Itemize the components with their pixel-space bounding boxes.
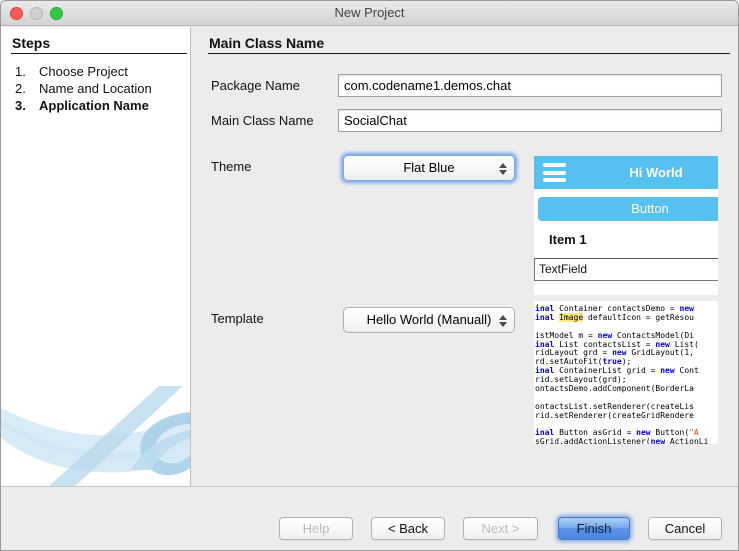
step-label: Name and Location xyxy=(39,80,152,97)
preview-title: Hi World xyxy=(629,165,682,180)
stepper-arrows-icon xyxy=(498,312,507,330)
preview-title-bar: Hi World xyxy=(534,156,718,189)
template-select[interactable]: Hello World (Manuall) xyxy=(343,307,515,333)
steps-sidebar: Steps 1. Choose Project 2. Name and Loca… xyxy=(1,27,191,488)
template-code-preview: inal Container contactsDemo = newinal Im… xyxy=(534,301,718,444)
step-choose-project: 1. Choose Project xyxy=(15,63,152,80)
theme-preview: Hi World Button Item 1 TextField xyxy=(534,156,718,295)
stepper-arrows-icon xyxy=(498,160,507,178)
button-bar: Help < Back Next > Finish Cancel xyxy=(1,486,738,550)
theme-select[interactable]: Flat Blue xyxy=(343,155,515,181)
preview-button: Button xyxy=(538,197,718,221)
main-class-name-input[interactable] xyxy=(338,109,722,132)
step-application-name: 3. Application Name xyxy=(15,97,152,114)
main-panel: Main Class Name Package Name Main Class … xyxy=(192,27,738,488)
preview-button-label: Button xyxy=(631,201,669,216)
theme-label: Theme xyxy=(211,159,251,174)
page-title-rule xyxy=(208,53,730,54)
step-name-and-location: 2. Name and Location xyxy=(15,80,152,97)
step-label: Choose Project xyxy=(39,63,128,80)
main-class-name-label: Main Class Name xyxy=(211,113,314,128)
new-project-dialog: New Project Steps 1. Choose Project 2. N… xyxy=(0,0,739,551)
window-title: New Project xyxy=(1,5,738,20)
package-name-input[interactable] xyxy=(338,74,722,97)
preview-list-item: Item 1 xyxy=(549,232,587,247)
decorative-swirl xyxy=(1,386,190,488)
next-button[interactable]: Next > xyxy=(463,517,538,540)
cancel-button[interactable]: Cancel xyxy=(648,517,722,540)
page-title: Main Class Name xyxy=(209,35,324,51)
finish-button[interactable]: Finish xyxy=(558,517,630,540)
step-label: Application Name xyxy=(39,97,149,114)
steps-list: 1. Choose Project 2. Name and Location 3… xyxy=(15,63,152,114)
steps-heading-rule xyxy=(11,53,187,54)
steps-heading: Steps xyxy=(12,35,50,51)
back-button[interactable]: < Back xyxy=(371,517,445,540)
theme-selected-value: Flat Blue xyxy=(403,160,454,175)
hamburger-menu-icon xyxy=(543,163,566,186)
template-label: Template xyxy=(211,311,264,326)
preview-textfield: TextField xyxy=(534,258,718,281)
package-name-label: Package Name xyxy=(211,78,300,93)
help-button[interactable]: Help xyxy=(279,517,353,540)
template-selected-value: Hello World (Manuall) xyxy=(367,312,492,327)
title-bar: New Project xyxy=(1,1,738,26)
